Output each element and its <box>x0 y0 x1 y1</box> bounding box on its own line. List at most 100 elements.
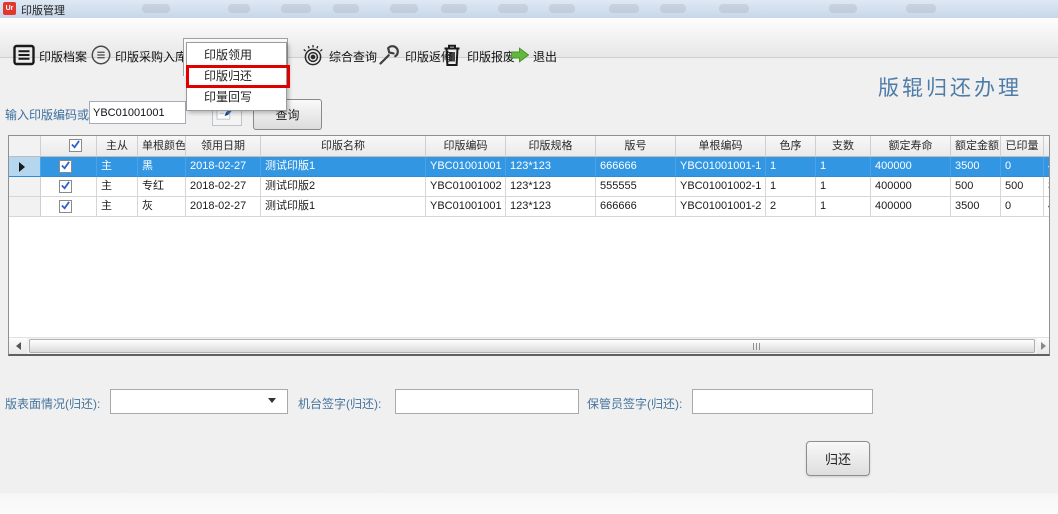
column-header: 支数 <box>816 136 871 157</box>
toolbar-item-label: 印版档案 <box>39 48 87 65</box>
production-use-dropdown-menu: 印版领用 印版归还 印量回写 <box>186 42 287 111</box>
row-checkbox[interactable] <box>59 200 72 213</box>
plate-data-grid: 主从单根颜色领用日期印版名称印版编码印版规格版号单根编码色序支数额定寿命额定金额… <box>8 135 1050 356</box>
table-cell: 400000 <box>871 157 951 177</box>
menu-item-print-count-writeback[interactable]: 印量回写 <box>187 87 286 108</box>
column-header: 领用日期 <box>186 136 261 157</box>
redacted-smudge <box>549 4 575 13</box>
table-cell: 1 <box>816 177 871 197</box>
row-checkbox-cell[interactable] <box>41 177 97 197</box>
row-selector-cell[interactable] <box>9 197 41 217</box>
table-cell: 1 <box>816 197 871 217</box>
table-cell: 123*123 <box>506 177 596 197</box>
table-row[interactable]: 主专红2018-02-27测试印版2YBC01001002123*1235555… <box>9 177 1050 197</box>
toolbar-item-label: 综合查询 <box>329 48 377 65</box>
toolbar-item-comprehensive-query[interactable]: 综合查询 <box>296 38 381 74</box>
keeper-signature-input[interactable] <box>692 389 873 414</box>
table-cell: 主 <box>97 157 138 177</box>
table-cell: YBC01001002-1 <box>676 177 766 197</box>
surface-condition-combobox[interactable] <box>110 389 288 414</box>
table-cell: 3500 <box>951 197 1001 217</box>
redacted-smudge <box>390 4 418 13</box>
menu-item-plate-checkout[interactable]: 印版领用 <box>187 45 286 66</box>
row-selector-cell[interactable] <box>9 177 41 197</box>
app-logo-icon: Ur <box>3 2 16 15</box>
toolbar: 印版档案 印版采购入库 生产耗用 综合查询 印版返修 印版报废 退出 <box>0 18 1058 58</box>
column-header: 额定寿命 <box>871 136 951 157</box>
table-cell: 1 <box>766 177 816 197</box>
column-header: 版号 <box>596 136 676 157</box>
redacted-smudge <box>498 4 528 13</box>
table-header-row: 主从单根颜色领用日期印版名称印版编码印版规格版号单根编码色序支数额定寿命额定金额… <box>9 136 1050 157</box>
window-title: 印版管理 <box>21 2 65 18</box>
select-all-checkbox[interactable] <box>69 139 82 152</box>
row-checkbox[interactable] <box>59 160 72 173</box>
return-button[interactable]: 归还 <box>806 441 870 476</box>
toolbar-item-label: 退出 <box>533 48 557 65</box>
row-checkbox[interactable] <box>59 180 72 193</box>
menu-square-icon <box>12 43 36 70</box>
table-cell: 主 <box>97 197 138 217</box>
table-cell: 500 <box>951 177 1001 197</box>
column-header <box>1044 136 1050 157</box>
menu-item-label: 印版归还 <box>204 69 252 83</box>
table-cell: YBC01001001-1 <box>676 157 766 177</box>
table-cell: 666666 <box>596 197 676 217</box>
current-row-arrow-icon <box>19 162 25 172</box>
menu-item-plate-return[interactable]: 印版归还 <box>187 66 286 87</box>
machine-signature-label: 机台签字(归还): <box>298 395 381 412</box>
table-cell: 4 <box>1044 197 1050 217</box>
table-cell: 666666 <box>596 157 676 177</box>
eye-icon <box>300 42 326 71</box>
row-checkbox-cell[interactable] <box>41 197 97 217</box>
table-cell: 2018-02-27 <box>186 177 261 197</box>
table-cell: 3500 <box>951 157 1001 177</box>
column-header: 印版名称 <box>261 136 426 157</box>
chevron-down-icon[interactable] <box>268 398 276 403</box>
title-bar: Ur 印版管理 <box>0 0 1058 18</box>
scroll-right-button[interactable] <box>1037 338 1049 354</box>
scrollbar-thumb[interactable] <box>29 339 1035 353</box>
row-selector-cell[interactable] <box>9 157 41 177</box>
horizontal-scrollbar[interactable] <box>9 337 1049 354</box>
table-cell: 测试印版2 <box>261 177 426 197</box>
scrollbar-grip <box>753 343 760 350</box>
redacted-smudge <box>906 4 936 13</box>
column-header[interactable] <box>41 136 97 157</box>
column-header: 印版编码 <box>426 136 506 157</box>
table-cell: 2018-02-27 <box>186 197 261 217</box>
wrench-icon <box>376 42 402 71</box>
redacted-smudge <box>609 4 639 13</box>
column-header: 主从 <box>97 136 138 157</box>
toolbar-item-exit[interactable]: 退出 <box>506 38 561 74</box>
scroll-left-button[interactable] <box>9 338 27 354</box>
redacted-smudge <box>333 4 359 13</box>
column-header: 单根颜色 <box>138 136 186 157</box>
keeper-signature-label: 保管员签字(归还): <box>587 395 682 412</box>
table-cell: 0 <box>1001 197 1044 217</box>
redacted-smudge <box>142 4 170 13</box>
exit-arrow-icon <box>510 47 530 66</box>
table-cell: 灰 <box>138 197 186 217</box>
column-header: 已印量 <box>1001 136 1044 157</box>
menu-circle-icon <box>90 44 112 69</box>
redacted-smudge <box>660 4 686 13</box>
table-cell: 555555 <box>596 177 676 197</box>
table-row[interactable]: 主黑2018-02-27测试印版1YBC01001001123*12366666… <box>9 157 1050 177</box>
surface-condition-label: 版表面情况(归还): <box>5 395 100 412</box>
toolbar-item-plate-archive[interactable]: 印版档案 <box>8 38 91 74</box>
window-bottom-strip <box>0 493 1058 514</box>
table-cell: 3 <box>1044 177 1050 197</box>
machine-signature-input[interactable] <box>395 389 579 414</box>
plate-code-input[interactable] <box>89 101 186 124</box>
toolbar-item-purchase-inbound[interactable]: 印版采购入库 <box>86 38 191 74</box>
table-cell: 123*123 <box>506 197 596 217</box>
table-cell: 4 <box>1044 157 1050 177</box>
column-header: 额定金额 <box>951 136 1001 157</box>
table-row[interactable]: 主灰2018-02-27测试印版1YBC01001001123*12366666… <box>9 197 1050 217</box>
table-cell: 专红 <box>138 177 186 197</box>
column-header: 单根编码 <box>676 136 766 157</box>
row-checkbox-cell[interactable] <box>41 157 97 177</box>
table-cell: 1 <box>766 157 816 177</box>
table-cell: 2018-02-27 <box>186 157 261 177</box>
